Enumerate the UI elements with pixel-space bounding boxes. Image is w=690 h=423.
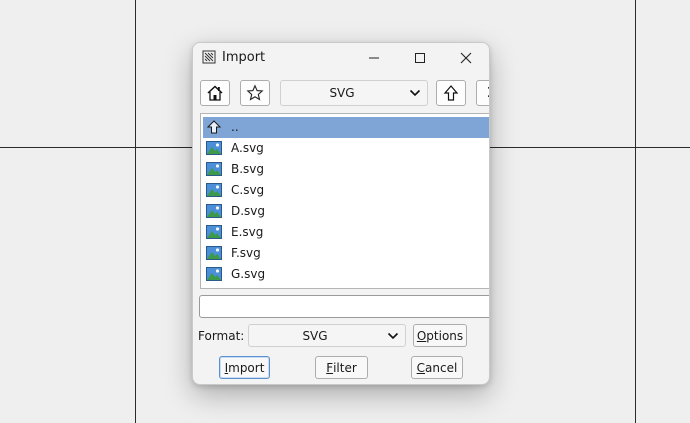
close-icon [460,52,472,64]
filter-button[interactable]: Filter [315,356,368,379]
format-combo[interactable]: SVG [248,324,406,347]
file-list[interactable]: .. A.svg B.svg C.svg D.svg E.svg F.svg G… [200,113,489,289]
list-item[interactable]: A.svg [203,138,489,159]
filename-input[interactable] [199,295,489,318]
image-file-icon [206,141,222,155]
parent-folder-up-icon [206,120,222,134]
import-dialog: Import SVG .. A.svg B.svg C.svg D.svg E.… [192,42,490,385]
cancel-button-label: ancel [425,360,458,375]
image-file-icon [206,183,222,197]
cancel-button[interactable]: Cancel [411,356,463,379]
chevron-down-icon [387,332,399,339]
image-file-icon [206,225,222,239]
list-item[interactable]: D.svg [203,201,489,222]
list-item[interactable]: G.svg [203,264,489,285]
canvas-guide-line-vertical-left [135,0,136,423]
image-file-icon [206,246,222,260]
minimize-icon [369,57,379,59]
image-file-icon [206,204,222,218]
list-item[interactable]: F.svg [203,243,489,264]
dialog-title: Import [222,50,266,65]
list-item-label: G.svg [231,267,266,281]
up-arrow-icon [443,85,459,101]
favorites-button[interactable] [240,80,270,106]
minimize-button[interactable] [351,43,397,73]
list-item[interactable]: E.svg [203,222,489,243]
up-directory-button[interactable] [436,80,466,106]
close-button[interactable] [443,43,489,73]
list-item[interactable]: B.svg [203,159,489,180]
list-item[interactable]: C.svg [203,180,489,201]
import-button[interactable]: Import [219,356,270,379]
format-label: Format: [198,329,245,343]
list-item-label: E.svg [231,225,264,239]
options-button-mnemonic: O [416,328,427,343]
options-button-label: ptions [426,328,464,343]
options-button[interactable]: Options [413,324,467,347]
desktop-canvas: Import SVG .. A.svg B.svg C.svg D.svg E.… [0,0,690,423]
image-file-icon [206,162,222,176]
path-combo[interactable]: SVG [280,80,428,106]
list-item-label: C.svg [231,183,265,197]
cancel-button-mnemonic: C [416,360,426,375]
list-item-label: A.svg [231,141,264,155]
home-icon [207,85,223,101]
filter-button-label: ilter [333,360,357,375]
maximize-button[interactable] [397,43,443,73]
canvas-guide-line-vertical-right [635,0,636,423]
image-file-icon [206,267,222,281]
new-folder-button[interactable]: Σ [476,80,489,106]
list-item-label: F.svg [231,246,261,260]
path-combo-value: SVG [329,86,355,100]
filter-button-mnemonic: F [326,360,334,375]
maximize-icon [415,53,425,63]
chevron-down-icon [409,89,421,97]
import-button-label: mport [228,360,265,375]
format-combo-value: SVG [302,328,328,343]
home-button[interactable] [200,80,230,106]
sigma-icon: Σ [487,86,489,101]
import-app-icon [202,50,216,64]
star-icon [246,84,264,101]
list-item-label: B.svg [231,162,265,176]
list-item-label: D.svg [231,204,266,218]
list-item[interactable]: .. [203,117,489,138]
list-item-label: .. [231,120,239,134]
dialog-titlebar[interactable]: Import [193,43,489,73]
